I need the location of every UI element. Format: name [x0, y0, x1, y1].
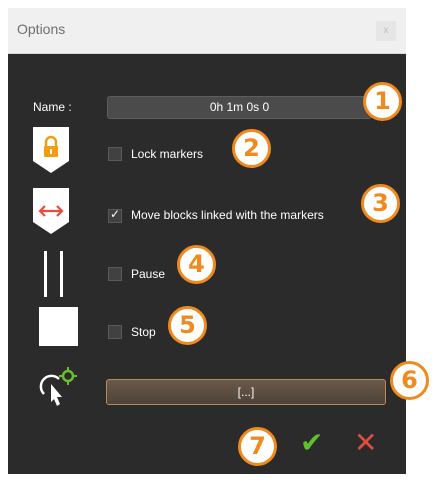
pause-icon: [44, 251, 63, 297]
options-dialog: Options x Name : 0h 1m 0s 0 Lock markers…: [8, 8, 406, 474]
lock-markers-label: Lock markers: [131, 147, 204, 161]
move-blocks-checkbox[interactable]: ✓: [108, 207, 122, 223]
pause-checkbox[interactable]: [108, 267, 122, 281]
name-label: Name :: [33, 100, 72, 114]
callout-3: 3: [361, 184, 400, 223]
stop-checkbox[interactable]: [108, 325, 122, 339]
checkmark-glyph: ✓: [110, 207, 121, 221]
pause-label: Pause: [131, 267, 166, 281]
move-blocks-label: Move blocks linked with the markers: [131, 208, 324, 222]
click-gear-icon: [39, 367, 77, 406]
title-bar[interactable]: Options x: [8, 8, 406, 54]
lock-icon: [33, 127, 69, 173]
window-title: Options: [17, 21, 66, 37]
callout-6: 6: [390, 361, 429, 400]
checkmark-icon: ✔: [300, 427, 324, 458]
lock-markers-checkbox[interactable]: [108, 147, 122, 161]
close-button[interactable]: x: [376, 21, 396, 41]
callout-5: 5: [168, 306, 207, 345]
callout-2: 2: [232, 129, 271, 168]
name-field[interactable]: 0h 1m 0s 0: [107, 96, 372, 119]
callout-7: 7: [238, 427, 277, 466]
cancel-button[interactable]: ✕: [354, 429, 377, 457]
close-x-icon: ✕: [354, 427, 378, 458]
ok-button[interactable]: ✔: [300, 429, 323, 457]
browse-button[interactable]: [...]: [106, 379, 386, 405]
move-arrows-icon: [33, 188, 69, 234]
stop-label: Stop: [131, 325, 156, 339]
stop-icon: [39, 307, 78, 346]
callout-4: 4: [177, 245, 216, 284]
callout-1: 1: [363, 82, 402, 121]
